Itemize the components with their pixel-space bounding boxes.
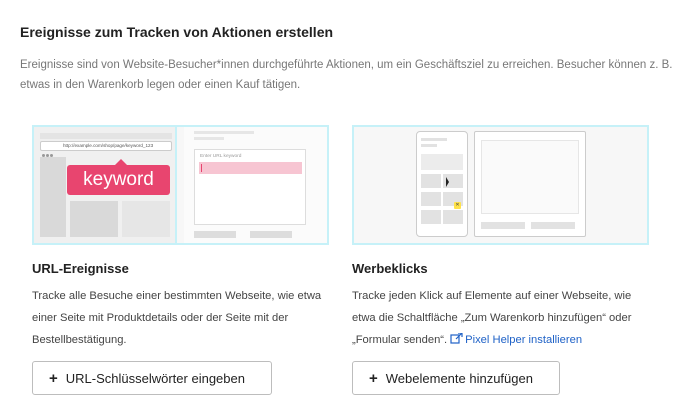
keyword-field-label: Enter URL keyword xyxy=(200,154,242,159)
enter-url-keywords-label: URL-Schlüsselwörter eingeben xyxy=(65,370,245,386)
intro-text: Ereignisse sind von Website-Besucher*inn… xyxy=(20,59,673,91)
card-url-events: http://example.com/shop/page/keyword_123… xyxy=(32,125,332,395)
ad-clicks-title: Werbeklicks xyxy=(352,261,428,276)
ad-clicks-description: Tracke jeden Klick auf Elemente auf eine… xyxy=(352,290,632,346)
url-bar: http://example.com/shop/page/keyword_123 xyxy=(40,141,172,151)
cursor-icon xyxy=(446,177,449,187)
page-title: Ereignisse zum Tracken von Aktionen erst… xyxy=(20,24,334,40)
add-web-elements-button[interactable]: + Webelemente hinzufügen xyxy=(352,361,560,395)
url-events-illustration: http://example.com/shop/page/keyword_123… xyxy=(32,125,329,245)
enter-url-keywords-button[interactable]: + URL-Schlüsselwörter eingeben xyxy=(32,361,272,395)
ad-clicks-illustration: ✕ xyxy=(352,125,649,245)
keyword-form-mockup: Enter URL keyword xyxy=(184,127,327,243)
url-events-description: Tracke alle Besuche einer bestimmten Web… xyxy=(32,290,322,346)
plus-icon: + xyxy=(49,369,58,387)
phone-mockup xyxy=(416,131,468,237)
external-link-icon xyxy=(450,333,463,344)
keyword-badge: keyword xyxy=(67,159,170,195)
add-web-elements-label: Webelemente hinzufügen xyxy=(385,370,533,386)
plus-icon: + xyxy=(369,369,378,387)
browser-mockup: http://example.com/shop/page/keyword_123… xyxy=(34,127,177,243)
pixel-helper-link[interactable]: Pixel Helper installieren xyxy=(465,334,582,346)
desktop-mockup xyxy=(474,131,586,237)
card-ad-clicks: ✕ Werbeklicks Tracke jeden Klick auf Ele… xyxy=(352,125,652,395)
close-icon: ✕ xyxy=(454,202,461,209)
url-events-title: URL-Ereignisse xyxy=(32,261,129,276)
